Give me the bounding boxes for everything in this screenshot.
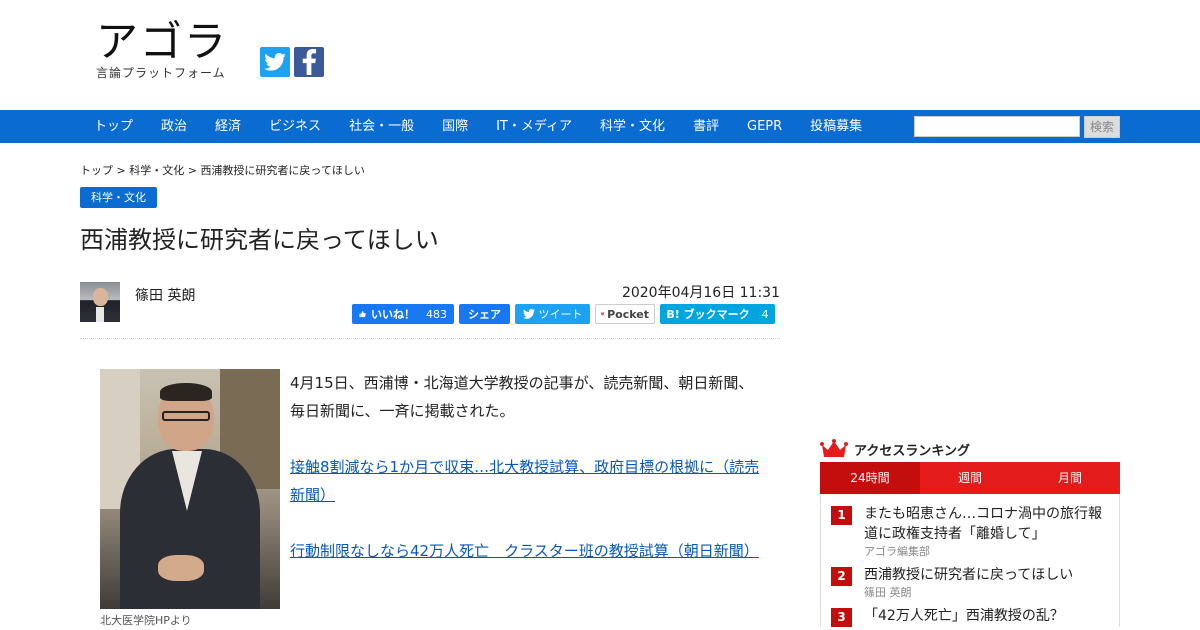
pocket-icon	[601, 312, 605, 316]
pocket-button[interactable]: Pocket	[595, 304, 655, 324]
social-links	[260, 47, 324, 77]
nav-items: トップ 政治 経済 ビジネス 社会・一般 国際 IT・メディア 科学・文化 書評…	[80, 110, 876, 143]
article-link-asahi[interactable]: 行動制限なしなら42万人死亡 クラスター班の教授試算（朝日新聞）	[290, 542, 759, 560]
nav-item-international[interactable]: 国際	[428, 110, 482, 143]
logo-main-text: アゴラ	[96, 17, 229, 66]
hatena-bookmark-button[interactable]: B! ブックマーク 4	[660, 304, 775, 324]
ranking-tabs: 24時間 週間 月間	[820, 462, 1120, 494]
twitter-icon[interactable]	[260, 47, 290, 77]
nav-item-economy[interactable]: 経済	[201, 110, 255, 143]
access-ranking: アクセスランキング 24時間 週間 月間 1 またも昭恵さん…コロナ渦中の旅行報…	[820, 436, 1120, 630]
tweet-button[interactable]: ツイート	[515, 304, 590, 324]
list-item[interactable]: 1 またも昭恵さん…コロナ渦中の旅行報道に政権支持者「離婚して」 アゴラ編集部	[831, 504, 1109, 559]
ranking-header: アクセスランキング	[820, 436, 1120, 462]
nav-item-society[interactable]: 社会・一般	[335, 110, 428, 143]
article-title: 西浦教授に研究者に戻ってほしい	[80, 226, 439, 254]
pocket-label: Pocket	[607, 307, 649, 321]
category-badge[interactable]: 科学・文化	[80, 187, 157, 208]
like-label: いいね！	[371, 308, 415, 321]
rank-headline[interactable]: 西浦教授に研究者に戻ってほしい	[864, 565, 1109, 585]
breadcrumb: トップ > 科学・文化 > 西浦教授に研究者に戻ってほしい	[80, 162, 365, 178]
nav-item-submissions[interactable]: 投稿募集	[796, 110, 876, 143]
nav-item-it-media[interactable]: IT・メディア	[482, 110, 586, 143]
logo-subtitle: 言論プラットフォーム	[96, 66, 226, 80]
site-logo[interactable]: アゴラ 言論プラットフォーム	[96, 18, 246, 81]
publish-date: 2020年04月16日 11:31	[621, 285, 780, 301]
ranking-list: 1 またも昭恵さん…コロナ渦中の旅行報道に政権支持者「離婚して」 アゴラ編集部 …	[820, 494, 1120, 627]
site-header: アゴラ 言論プラットフォーム	[0, 0, 1200, 110]
tab-24h[interactable]: 24時間	[820, 462, 920, 494]
facebook-like-button[interactable]: いいね！ 483	[352, 304, 454, 324]
list-item[interactable]: 3 「42万人死亡」西浦教授の乱？	[831, 606, 1109, 627]
tweet-label: ツイート	[538, 308, 583, 321]
nav-item-business[interactable]: ビジネス	[255, 110, 335, 143]
rank-headline[interactable]: 「42万人死亡」西浦教授の乱？	[864, 606, 1109, 626]
tab-monthly[interactable]: 月間	[1020, 462, 1120, 494]
crown-icon	[820, 439, 848, 457]
list-item[interactable]: 2 西浦教授に研究者に戻ってほしい 篠田 英朗	[831, 565, 1109, 600]
breadcrumb-item-current: 西浦教授に研究者に戻ってほしい	[200, 164, 365, 177]
nav-item-book-review[interactable]: 書評	[679, 110, 733, 143]
author-avatar[interactable]	[80, 282, 120, 322]
search-input[interactable]	[914, 116, 1080, 137]
like-count: 483	[426, 307, 447, 321]
breadcrumb-item-category[interactable]: 科学・文化	[129, 164, 184, 177]
author-name[interactable]: 篠田 英朗	[135, 285, 195, 305]
twitter-icon	[522, 309, 535, 319]
thumbs-up-icon	[359, 310, 366, 318]
rank-author: 篠田 英朗	[864, 586, 912, 599]
photo-caption: 北大医学院HPより	[100, 614, 192, 627]
article-photo	[100, 369, 280, 609]
rank-headline[interactable]: またも昭恵さん…コロナ渦中の旅行報道に政権支持者「離婚して」	[864, 504, 1109, 544]
tab-weekly[interactable]: 週間	[920, 462, 1020, 494]
nav-item-top[interactable]: トップ	[80, 110, 147, 143]
hatena-count: 4	[761, 307, 769, 321]
article-link-yomiuri[interactable]: 接触8割減なら1か月で収束…北大教授試算、政府目標の根拠に（読売新聞）	[290, 458, 759, 504]
rank-number: 1	[831, 506, 852, 525]
search-button[interactable]: 検索	[1084, 116, 1120, 138]
nav-item-politics[interactable]: 政治	[147, 110, 201, 143]
nav-item-gepr[interactable]: GEPR	[733, 110, 796, 143]
share-buttons: いいね！ 483 シェア ツイート Pocket B! ブックマーク 4	[352, 304, 775, 324]
breadcrumb-separator: >	[184, 164, 201, 177]
ranking-title: アクセスランキング	[854, 443, 970, 459]
facebook-share-button[interactable]: シェア	[459, 304, 510, 324]
article-paragraph: 4月15日、西浦博・北海道大学教授の記事が、読売新聞、朝日新聞、毎日新聞に、一斉…	[290, 374, 754, 420]
article-body: 4月15日、西浦博・北海道大学教授の記事が、読売新聞、朝日新聞、毎日新聞に、一斉…	[290, 369, 760, 593]
rank-number: 3	[831, 608, 852, 627]
facebook-icon[interactable]	[294, 47, 324, 77]
hatena-label: B! ブックマーク	[666, 308, 750, 321]
rank-number: 2	[831, 567, 852, 586]
header-divider	[80, 338, 780, 339]
rank-author: アゴラ編集部	[864, 545, 930, 558]
breadcrumb-separator: >	[113, 164, 130, 177]
nav-item-science-culture[interactable]: 科学・文化	[586, 110, 679, 143]
breadcrumb-item-top[interactable]: トップ	[80, 164, 113, 177]
